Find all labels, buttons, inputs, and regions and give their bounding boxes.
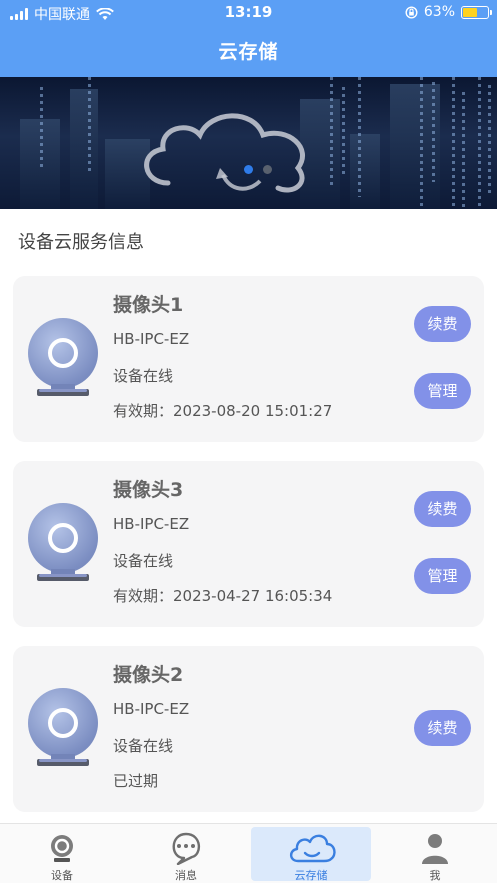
tab-bar: 设备 消息 云存储 我 [0,823,497,883]
status-bar: 中国联通 13:19 63% [0,0,497,26]
chat-bubble-icon [172,832,200,865]
page-title: 云存储 [218,41,279,63]
tab-me[interactable]: 我 [375,827,495,882]
tab-devices[interactable]: 设备 [2,827,122,882]
device-name: 摄像头3 [113,479,184,501]
device-status: 设备在线 [113,737,174,755]
camera-device-icon [27,688,99,774]
device-name: 摄像头1 [113,294,184,316]
section-title: 设备云服务信息 [18,232,144,253]
banner-image[interactable] [0,77,497,209]
rotation-lock-icon [405,5,418,19]
device-model: HB-IPC-EZ [113,515,190,533]
device-expiry: 已过期 [113,772,159,790]
renew-button[interactable]: 续费 [414,491,471,527]
device-card: 摄像头2 HB-IPC-EZ 设备在线 已过期 续费 [13,646,484,812]
tab-label: 云存储 [294,869,328,882]
device-card: 摄像头1 HB-IPC-EZ 设备在线 有效期：2023-08-20 15:01… [13,276,484,442]
renew-button[interactable]: 续费 [414,710,471,746]
device-status: 设备在线 [113,367,174,385]
battery-icon [461,5,492,19]
device-status: 设备在线 [113,552,174,570]
user-icon [422,834,448,864]
device-expiry: 有效期：2023-08-20 15:01:27 [113,402,333,420]
tab-label: 我 [429,869,441,882]
device-model: HB-IPC-EZ [113,700,190,718]
tab-messages[interactable]: 消息 [126,827,246,882]
camera-device-icon [27,503,99,589]
battery-percent: 63% [423,4,455,20]
banner-pager[interactable] [244,165,272,174]
device-expiry: 有效期：2023-04-27 16:05:34 [113,587,333,605]
device-card: 摄像头3 HB-IPC-EZ 设备在线 有效期：2023-04-27 16:05… [13,461,484,627]
tab-label: 消息 [175,869,197,882]
manage-button[interactable]: 管理 [414,373,471,409]
camera-device-icon [27,318,99,404]
tab-label: 设备 [51,869,73,882]
cloud-icon [289,834,336,863]
status-right: 63% [405,4,492,20]
tab-cloud-storage[interactable]: 云存储 [251,827,371,882]
device-name: 摄像头2 [113,664,184,686]
header: 中国联通 13:19 63% 云存储 [0,0,497,77]
camera-icon [51,835,73,862]
device-model: HB-IPC-EZ [113,330,190,348]
renew-button[interactable]: 续费 [414,306,471,342]
cloud-illustration [144,113,305,193]
manage-button[interactable]: 管理 [414,558,471,594]
